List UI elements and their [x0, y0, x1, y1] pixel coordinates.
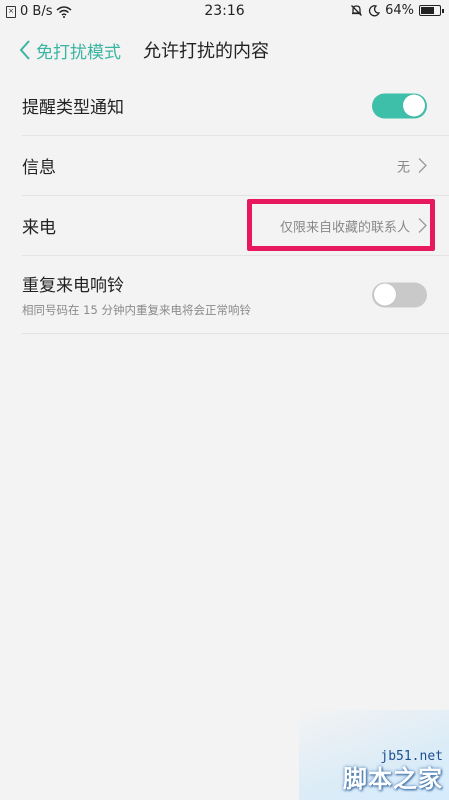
repeat-calls-toggle[interactable] — [372, 282, 427, 307]
row-label: 提醒类型通知 — [22, 98, 124, 118]
row-label: 重复来电响铃 — [22, 276, 124, 296]
row-label: 来电 — [22, 218, 56, 238]
row-value-text: 无 — [396, 160, 410, 175]
chevron-right-icon — [418, 158, 427, 173]
battery-icon — [419, 5, 444, 16]
toggle-knob — [403, 94, 425, 117]
row-repeat-calls: 重复来电响铃 相同号码在 15 分钟内重复来电将会正常响铃 — [22, 256, 449, 334]
messages-value[interactable]: 无 — [397, 156, 427, 175]
settings-list: 提醒类型通知 信息 无 来电 仅限来自收藏的联系人 重复来电响铃 相同号码在 1… — [0, 76, 449, 334]
row-reminder-notifications: 提醒类型通知 — [22, 76, 449, 136]
row-label: 信息 — [22, 158, 56, 178]
reminder-notifications-toggle[interactable] — [372, 93, 427, 118]
watermark-name: 脚本之家 — [343, 765, 443, 793]
row-calls[interactable]: 来电 仅限来自收藏的联系人 — [22, 196, 449, 256]
back-label: 免打扰模式 — [36, 42, 121, 63]
calls-value[interactable]: 仅限来自收藏的联系人 — [280, 216, 427, 235]
mute-bell-icon — [351, 5, 363, 16]
status-right: 64% — [350, 3, 444, 18]
battery-percent: 64% — [385, 3, 414, 18]
back-button[interactable]: 免打扰模式 — [18, 38, 121, 63]
header: 免打扰模式 允许打扰的内容 — [0, 24, 449, 76]
row-sublabel: 相同号码在 15 分钟内重复来电将会正常响铃 — [22, 303, 251, 317]
status-bar: × 0 B/s 23:16 64% — [0, 0, 449, 24]
row-messages[interactable]: 信息 无 — [22, 136, 449, 196]
chevron-right-icon — [418, 218, 427, 233]
toggle-knob — [374, 283, 396, 306]
back-chevron-icon — [19, 40, 30, 60]
page-title: 允许打扰的内容 — [143, 41, 269, 62]
moon-icon — [369, 4, 381, 16]
battery-fill — [421, 7, 434, 14]
row-value-text: 仅限来自收藏的联系人 — [279, 220, 410, 235]
